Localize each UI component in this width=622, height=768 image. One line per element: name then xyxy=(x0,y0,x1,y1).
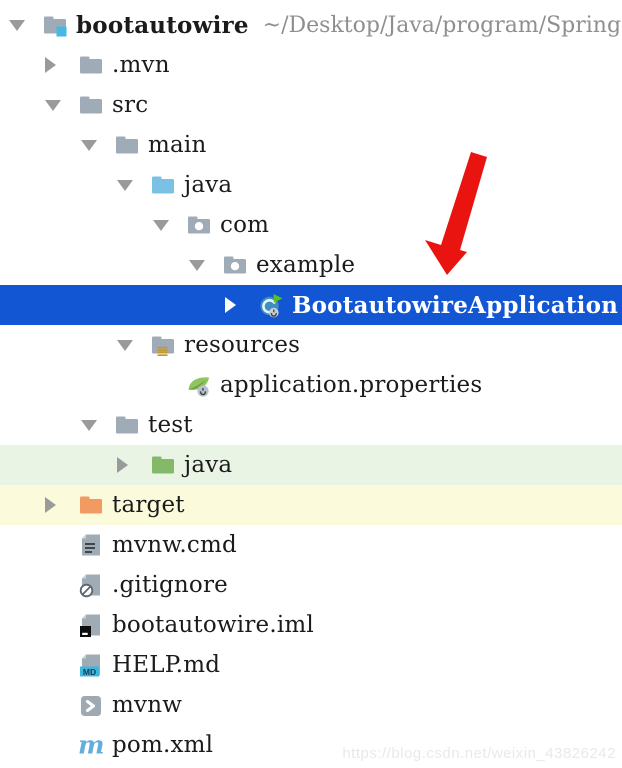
chevron-down-icon xyxy=(189,260,205,271)
svg-text:MD: MD xyxy=(83,667,96,677)
collapsed-toggle-icon[interactable] xyxy=(117,457,150,473)
tree-row-test[interactable]: test xyxy=(0,405,622,445)
tree-row-pom-xml[interactable]: m pom.xml xyxy=(0,725,622,765)
tree-row-src[interactable]: src xyxy=(0,85,622,125)
chevron-down-icon xyxy=(153,220,169,231)
expanded-toggle-icon[interactable] xyxy=(81,420,114,431)
ignored-file-icon xyxy=(78,572,104,598)
tree-row-bootautowireapplication[interactable]: BootautowireApplication xyxy=(0,285,622,325)
resources-root-folder-icon xyxy=(150,332,176,358)
chevron-down-icon xyxy=(81,140,97,151)
module-file-icon xyxy=(78,612,104,638)
tree-item-label: resources xyxy=(184,332,300,358)
tree-row-bootautowire-iml[interactable]: bootautowire.iml xyxy=(0,605,622,645)
chevron-right-icon xyxy=(225,297,236,313)
tree-row-main[interactable]: main xyxy=(0,125,622,165)
tree-item-label: application.properties xyxy=(220,372,482,398)
expanded-toggle-icon[interactable] xyxy=(117,340,150,351)
tree-row--mvn[interactable]: .mvn xyxy=(0,45,622,85)
tree-row-com[interactable]: com xyxy=(0,205,622,245)
expanded-toggle-icon[interactable] xyxy=(117,180,150,191)
collapsed-toggle-icon[interactable] xyxy=(225,297,258,313)
tree-item-label: HELP.md xyxy=(112,652,220,678)
project-root-folder-icon xyxy=(42,12,68,38)
markdown-file-icon: MD xyxy=(78,652,104,678)
collapsed-toggle-icon[interactable] xyxy=(45,497,78,513)
svg-text:m: m xyxy=(78,732,104,758)
expanded-toggle-icon[interactable] xyxy=(81,140,114,151)
folder-icon xyxy=(78,92,104,118)
tree-row-mvnw[interactable]: mvnw xyxy=(0,685,622,725)
folder-icon xyxy=(78,52,104,78)
spring-boot-class-icon xyxy=(258,292,284,318)
tree-item-label: src xyxy=(112,92,148,118)
project-path: ~/Desktop/Java/program/Spring xyxy=(263,13,621,38)
tree-item-label: bootautowire.iml xyxy=(112,612,314,638)
folder-icon xyxy=(114,132,140,158)
tree-item-label: java xyxy=(184,452,232,478)
shell-file-icon xyxy=(78,692,104,718)
tree-item-label: .mvn xyxy=(112,52,170,78)
tree-row-java[interactable]: java xyxy=(0,445,622,485)
tree-row-example[interactable]: example xyxy=(0,245,622,285)
tree-item-label: BootautowireApplication xyxy=(292,292,618,319)
maven-file-icon: m xyxy=(78,732,104,758)
tree-item-label: target xyxy=(112,492,185,518)
tree-row-target[interactable]: target xyxy=(0,485,622,525)
package-folder-icon xyxy=(222,252,248,278)
expanded-toggle-icon[interactable] xyxy=(45,100,78,111)
sources-root-folder-icon xyxy=(150,172,176,198)
package-folder-icon xyxy=(186,212,212,238)
tree-item-label: example xyxy=(256,252,355,278)
tree-row-bootautowire[interactable]: bootautowire ~/Desktop/Java/program/Sprin… xyxy=(0,5,622,45)
tree-row-help-md[interactable]: MD HELP.md xyxy=(0,645,622,685)
tree-row-resources[interactable]: resources xyxy=(0,325,622,365)
test-root-folder-icon xyxy=(150,452,176,478)
chevron-down-icon xyxy=(117,340,133,351)
expanded-toggle-icon[interactable] xyxy=(189,260,222,271)
tree-item-label: .gitignore xyxy=(112,572,228,598)
chevron-down-icon xyxy=(45,100,61,111)
tree-row--gitignore[interactable]: .gitignore xyxy=(0,565,622,605)
tree-row-java[interactable]: java xyxy=(0,165,622,205)
tree-item-label: java xyxy=(184,172,232,198)
tree-item-label: main xyxy=(148,132,207,158)
spring-properties-file-icon xyxy=(186,372,212,398)
project-tree: bootautowire ~/Desktop/Java/program/Sprin… xyxy=(0,0,622,765)
tree-row-mvnw-cmd[interactable]: mvnw.cmd xyxy=(0,525,622,565)
intellij-project-tree-panel: { "project_tree": { "rows": [ { "label":… xyxy=(0,0,622,768)
chevron-right-icon xyxy=(117,457,128,473)
text-file-icon xyxy=(78,532,104,558)
tree-item-label: bootautowire xyxy=(76,12,249,39)
collapsed-toggle-icon[interactable] xyxy=(45,57,78,73)
tree-item-label: com xyxy=(220,212,269,238)
chevron-down-icon xyxy=(117,180,133,191)
chevron-right-icon xyxy=(45,57,56,73)
folder-icon xyxy=(114,412,140,438)
chevron-down-icon xyxy=(81,420,97,431)
chevron-down-icon xyxy=(9,20,25,31)
tree-item-label: test xyxy=(148,412,193,438)
tree-row-application-properties[interactable]: application.properties xyxy=(0,365,622,405)
tree-item-label: mvnw.cmd xyxy=(112,532,237,558)
tree-item-label: mvnw xyxy=(112,692,182,718)
chevron-right-icon xyxy=(45,497,56,513)
expanded-toggle-icon[interactable] xyxy=(9,20,42,31)
expanded-toggle-icon[interactable] xyxy=(153,220,186,231)
tree-item-label: pom.xml xyxy=(112,732,213,758)
excluded-folder-icon xyxy=(78,492,104,518)
